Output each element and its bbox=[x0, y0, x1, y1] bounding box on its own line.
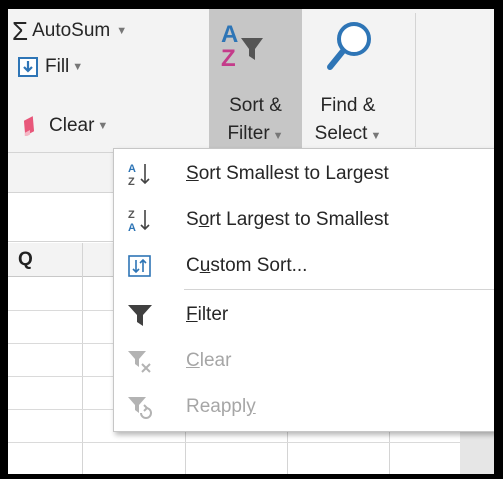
menu-item-label: Clear bbox=[186, 350, 232, 371]
sort-descending-icon: Z A bbox=[127, 207, 153, 234]
grid-line bbox=[82, 243, 83, 474]
chevron-down-icon[interactable]: ▼ bbox=[97, 120, 108, 132]
menu-item-sort-descending[interactable]: Z A Sort Largest to Smallest bbox=[114, 197, 494, 243]
column-header-q[interactable]: Q bbox=[18, 249, 33, 271]
sort-filter-line2-row: Filter ▼ bbox=[209, 121, 302, 149]
chevron-down-icon[interactable]: ▼ bbox=[72, 61, 83, 73]
find-select-line2: Select bbox=[314, 123, 368, 144]
ribbon-divider bbox=[415, 13, 416, 147]
clear-label: Clear bbox=[49, 115, 95, 136]
menu-item-reapply: Reapply bbox=[114, 384, 494, 430]
custom-sort-icon bbox=[127, 253, 153, 279]
fill-down-icon bbox=[18, 57, 38, 77]
menu-item-filter[interactable]: Filter bbox=[114, 292, 494, 338]
magnifier-icon bbox=[322, 17, 376, 77]
find-select-line1: Find & bbox=[320, 95, 376, 116]
filter-icon bbox=[127, 302, 153, 328]
sort-filter-menu: A Z Sort Smallest to Largest Z A Sort La… bbox=[113, 148, 494, 432]
clear-button[interactable]: Clear ▼ bbox=[18, 115, 108, 138]
svg-text:A: A bbox=[128, 222, 136, 233]
reapply-filter-icon bbox=[127, 394, 153, 420]
svg-text:Z: Z bbox=[221, 45, 236, 72]
sort-filter-line2: Filter bbox=[227, 123, 270, 144]
menu-item-label: Reapply bbox=[186, 396, 256, 417]
find-select-button[interactable]: Find & Select ▼ bbox=[306, 9, 390, 149]
sort-filter-line1: Sort & bbox=[229, 95, 282, 116]
fill-button[interactable]: Fill ▼ bbox=[18, 56, 83, 78]
menu-separator bbox=[184, 289, 494, 290]
menu-item-label: Sort Smallest to Largest bbox=[186, 163, 389, 184]
sort-ascending-icon: A Z bbox=[127, 161, 153, 188]
find-select-line2-row: Select ▼ bbox=[306, 121, 390, 149]
menu-item-custom-sort[interactable]: Custom Sort... bbox=[114, 243, 494, 289]
svg-text:A: A bbox=[128, 163, 136, 175]
clear-filter-icon bbox=[127, 348, 153, 374]
menu-item-label: Filter bbox=[186, 304, 229, 325]
grid-line bbox=[8, 442, 494, 443]
autosum-label: AutoSum bbox=[32, 20, 111, 41]
chevron-down-icon: ▼ bbox=[370, 130, 382, 142]
ribbon-editing-group: Σ AutoSum ▼ Fill ▼ Clear ▼ A Z Sort & Fi… bbox=[8, 9, 494, 152]
menu-item-clear-filter: Clear bbox=[114, 338, 494, 384]
sigma-icon: Σ bbox=[12, 16, 29, 46]
excel-window: Σ AutoSum ▼ Fill ▼ Clear ▼ A Z Sort & Fi… bbox=[8, 9, 494, 474]
menu-item-label: Custom Sort... bbox=[186, 255, 308, 276]
chevron-down-icon[interactable]: ▼ bbox=[116, 25, 127, 37]
svg-text:Z: Z bbox=[128, 209, 135, 221]
autosum-button[interactable]: Σ AutoSum ▼ bbox=[12, 16, 127, 46]
sort-filter-icon: A Z bbox=[219, 21, 267, 74]
menu-item-label: Sort Largest to Smallest bbox=[186, 209, 389, 230]
screenshot-frame: Σ AutoSum ▼ Fill ▼ Clear ▼ A Z Sort & Fi… bbox=[0, 0, 503, 479]
sort-filter-button[interactable]: A Z Sort & Filter ▼ bbox=[209, 9, 302, 149]
fill-label: Fill bbox=[45, 56, 70, 77]
svg-text:Z: Z bbox=[128, 176, 135, 187]
eraser-icon bbox=[18, 116, 40, 138]
menu-item-sort-ascending[interactable]: A Z Sort Smallest to Largest bbox=[114, 151, 494, 197]
chevron-down-icon: ▼ bbox=[272, 130, 284, 142]
